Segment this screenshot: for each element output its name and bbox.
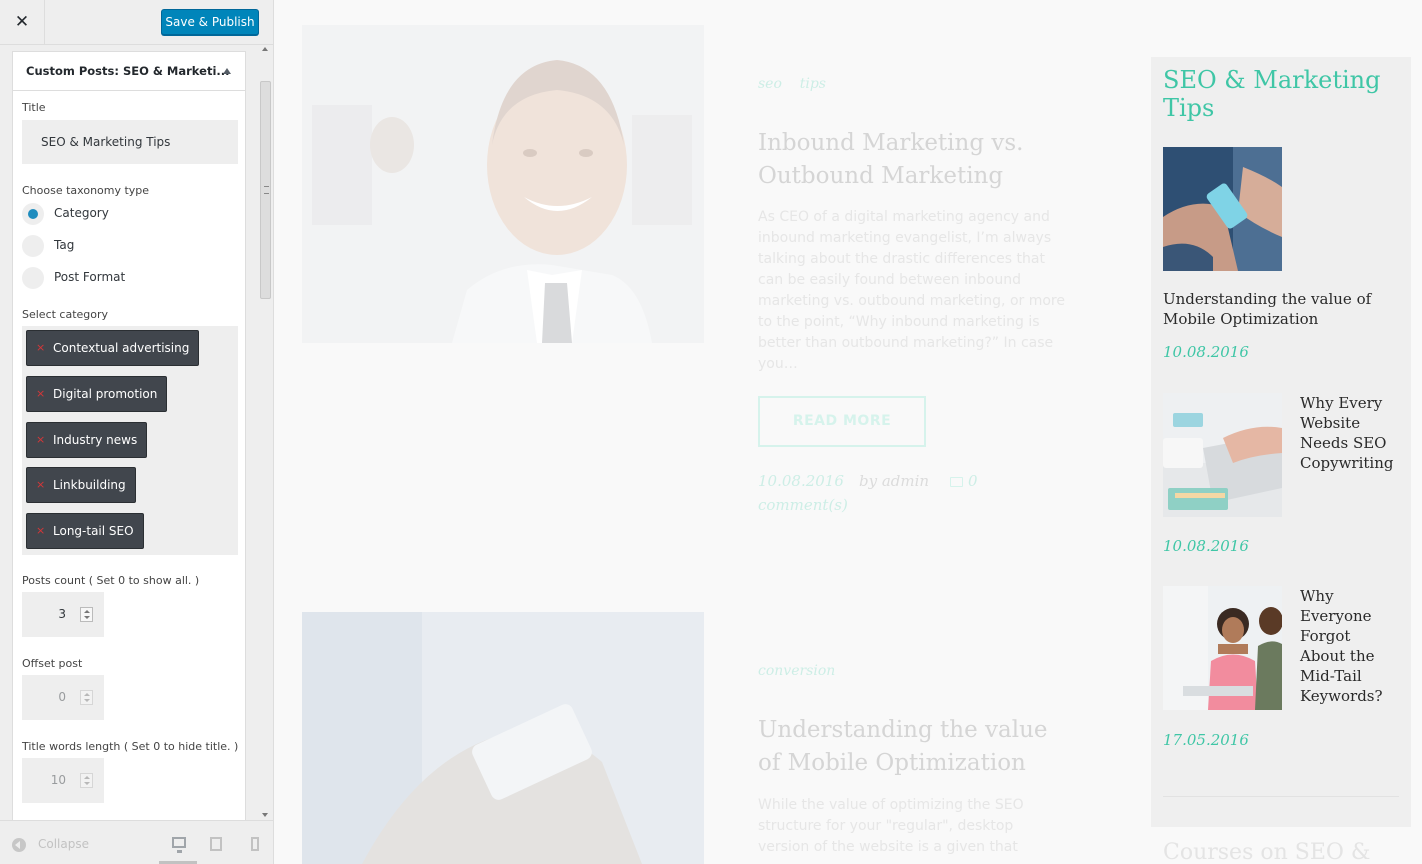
post-author[interactable]: by admin [859,472,929,490]
widget-post-title[interactable]: Understanding the value of Mobile Optimi… [1163,289,1399,329]
collapse-icon[interactable] [12,838,26,852]
post-tags[interactable]: seo tips [758,76,826,92]
widget-post-date: 10.08.2016 [1163,343,1249,361]
post-excerpt: As CEO of a digital marketing agency and… [758,209,1065,372]
radio-tag[interactable] [22,235,44,257]
businessman-photo [302,25,704,343]
posts-count-label: Posts count ( Set 0 to show all. ) [22,574,200,587]
offset-input[interactable]: 0 [22,675,104,720]
widget-post-thumbnail[interactable] [1163,147,1282,271]
category-label: Select category [22,308,109,321]
read-more-button[interactable]: READ MORE [758,396,926,447]
posts-count-input[interactable]: 3 [22,592,104,637]
remove-icon[interactable]: × [36,423,45,457]
remove-icon[interactable]: × [36,514,45,548]
widget-post-title[interactable]: Why Every Website Needs SEO Copywriting [1300,393,1400,473]
remove-icon[interactable]: × [36,468,45,502]
phone-photo [302,612,704,864]
post-title[interactable]: Understanding the value of Mobile Optimi… [758,714,1068,780]
category-chip[interactable]: × Long-tail SEO [26,513,144,549]
next-widget-title: Courses on SEO & [1163,840,1371,864]
category-chip[interactable]: × Contextual advertising [26,330,200,366]
chip-label: Long-tail SEO [53,524,134,538]
category-chip[interactable]: × Industry news [26,422,148,458]
widget-form: Title SEO & Marketing Tips Choose taxono… [12,91,246,820]
customizer-footer: Collapse [0,820,273,864]
scroll-up-icon[interactable] [262,47,268,51]
grip-icon [264,186,269,194]
sidebar-scrollbar[interactable] [258,45,273,820]
widget-post-title[interactable]: Why Everyone Forgot About the Mid-Tail K… [1300,586,1400,706]
remove-icon[interactable]: × [36,331,45,365]
chip-label: Linkbuilding [53,478,126,492]
chip-label: Contextual advertising [53,341,190,355]
post-title[interactable]: Inbound Marketing vs. Outbound Marketing [758,127,1068,193]
widget-post-thumbnail[interactable] [1163,393,1282,517]
section-title-prefix: Custom Posts: [26,64,123,78]
tag-link[interactable]: seo [758,76,782,92]
desk-typing-photo [1163,393,1282,517]
title-label: Title [22,101,46,114]
title-words-input[interactable]: 10 [22,758,104,803]
spinner-icon[interactable] [80,773,93,788]
post-date: 10.08.2016 [758,472,844,490]
collapse-arrow-icon[interactable] [223,68,231,74]
custom-posts-widget: SEO & Marketing Tips Understanding the v… [1151,57,1411,864]
radio-label-tag[interactable]: Tag [54,238,74,252]
customizer-sidebar: ✕ Save & Publish Custom Posts: SEO & Mar… [0,0,274,864]
tag-link[interactable]: tips [800,76,826,92]
radio-label-post-format[interactable]: Post Format [54,270,125,284]
widget-post-thumbnail[interactable] [1163,586,1282,710]
radio-post-format[interactable] [22,267,44,289]
section-title: Custom Posts: SEO & Marketi... [26,64,230,78]
title-input[interactable]: SEO & Marketing Tips [22,120,238,164]
offset-value: 0 [58,690,66,704]
colleagues-photo [1163,586,1282,710]
chip-label: Digital promotion [53,387,158,401]
post-tag[interactable]: conversion [758,663,835,679]
radio-label-category[interactable]: Category [54,206,109,220]
phone-hands-photo [1163,147,1282,271]
comment-count[interactable]: 0 [968,472,978,490]
title-words-label: Title words length ( Set 0 to hide title… [22,740,239,753]
spinner-icon[interactable] [80,690,93,705]
chip-label: Industry news [53,433,138,447]
remove-icon[interactable]: × [36,377,45,411]
taxonomy-label: Choose taxonomy type [22,184,150,197]
tablet-icon[interactable] [210,837,222,851]
posts-count-value: 3 [58,607,66,621]
site-preview: seo tips Inbound Marketing vs. Outbound … [274,0,1422,864]
category-select[interactable]: × Contextual advertising × Digital promoti… [22,326,238,555]
category-chip[interactable]: × Linkbuilding [26,467,136,503]
spinner-icon[interactable] [80,607,93,622]
customizer-header: ✕ Save & Publish [0,0,273,45]
widget-post-date: 10.08.2016 [1163,537,1249,555]
section-title-name: SEO & Marketi... [122,64,230,78]
customizer-controls: Custom Posts: SEO & Marketi... Title SEO… [0,45,258,820]
title-words-value: 10 [50,773,66,787]
save-publish-button[interactable]: Save & Publish [161,9,259,35]
scroll-down-icon[interactable] [262,813,268,817]
category-chip[interactable]: × Digital promotion [26,376,168,412]
comment-icon [950,477,963,487]
radio-category[interactable] [22,203,44,225]
post-excerpt: While the value of optimizing the SEO st… [758,797,1024,855]
collapse-label[interactable]: Collapse [38,837,89,851]
section-header[interactable]: Custom Posts: SEO & Marketi... [12,51,246,91]
offset-label: Offset post [22,657,83,670]
scrollbar-thumb[interactable] [260,81,271,299]
desktop-icon[interactable] [172,837,186,853]
widget-post-date: 17.05.2016 [1163,731,1249,749]
post-image-phone[interactable] [302,612,704,864]
widget-title: SEO & Marketing Tips [1163,66,1381,122]
mobile-icon[interactable] [251,837,259,851]
post-image-businessman[interactable] [302,25,704,343]
close-icon[interactable]: ✕ [0,0,45,44]
comment-suffix[interactable]: comment(s) [758,496,848,514]
widget-divider [1163,796,1399,797]
